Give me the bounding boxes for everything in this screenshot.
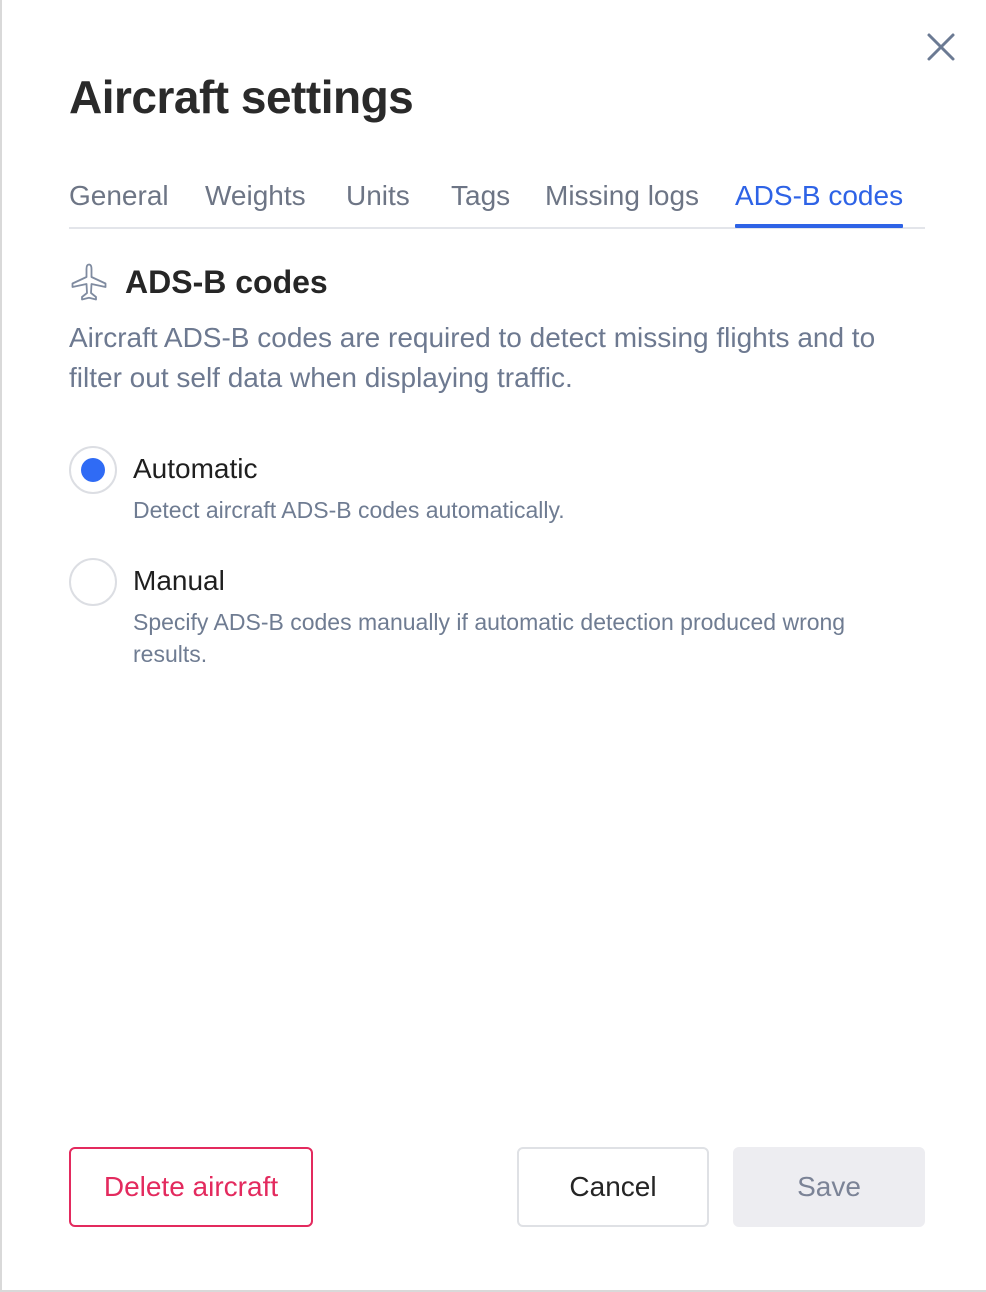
aircraft-settings-dialog: Aircraft settings General Weights Units … bbox=[0, 0, 986, 1292]
close-button[interactable] bbox=[922, 28, 960, 66]
option-manual: Manual Specify ADS-B codes manually if a… bbox=[69, 558, 899, 678]
automatic-description: Detect aircraft ADS-B codes automaticall… bbox=[133, 497, 565, 523]
save-button[interactable]: Save bbox=[733, 1147, 925, 1227]
section-description: Aircraft ADS-B codes are required to det… bbox=[69, 322, 876, 393]
option-automatic: Automatic Detect aircraft ADS-B codes au… bbox=[69, 446, 899, 536]
manual-radio[interactable] bbox=[69, 558, 117, 606]
close-icon bbox=[927, 33, 955, 61]
manual-description: Specify ADS-B codes manually if automati… bbox=[133, 609, 846, 667]
manual-label[interactable]: Manual bbox=[133, 562, 225, 600]
dialog-title: Aircraft settings bbox=[69, 71, 414, 123]
tab-units[interactable]: Units bbox=[346, 176, 410, 216]
delete-aircraft-button[interactable]: Delete aircraft bbox=[69, 1147, 313, 1227]
airplane-icon bbox=[69, 262, 109, 302]
settings-tabs: General Weights Units Tags Missing logs … bbox=[69, 176, 925, 229]
tab-general[interactable]: General bbox=[69, 176, 169, 216]
tab-missing-logs[interactable]: Missing logs bbox=[545, 176, 699, 216]
tab-weights[interactable]: Weights bbox=[205, 176, 306, 216]
automatic-radio[interactable] bbox=[69, 446, 117, 494]
section-title: ADS-B codes bbox=[125, 264, 328, 300]
tab-ads-b-codes[interactable]: ADS-B codes bbox=[735, 176, 904, 228]
section-header: ADS-B codes bbox=[69, 260, 328, 304]
automatic-label[interactable]: Automatic bbox=[133, 450, 258, 488]
tab-tags[interactable]: Tags bbox=[451, 176, 510, 216]
cancel-button[interactable]: Cancel bbox=[517, 1147, 709, 1227]
